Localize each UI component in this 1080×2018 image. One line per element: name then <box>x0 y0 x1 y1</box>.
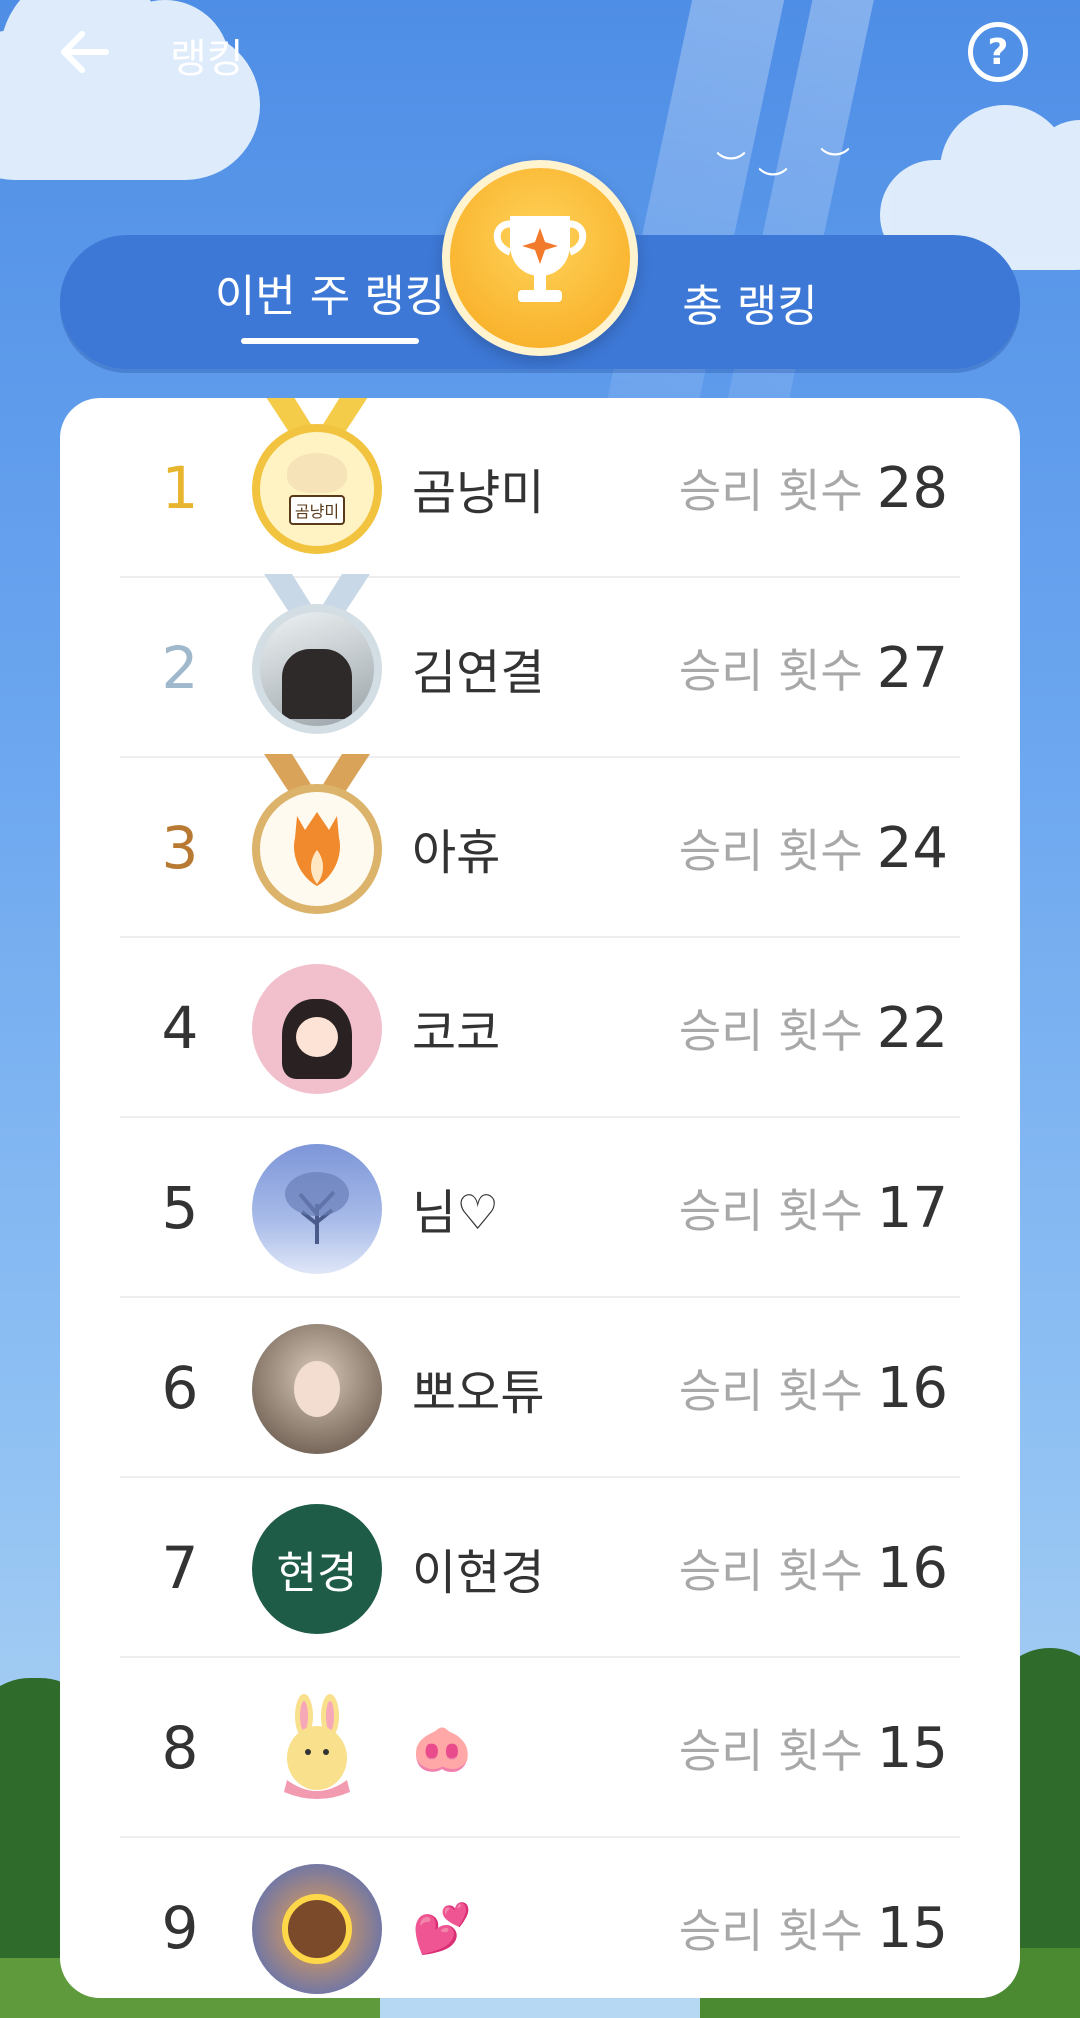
wins: 승리 횟수 27 <box>679 578 948 758</box>
rank-number: 3 <box>161 814 199 882</box>
avatar: 곰냥미 <box>252 398 382 554</box>
bunny-avatar <box>252 1684 382 1814</box>
wins: 승리 횟수 15 <box>679 1838 948 1998</box>
wins-count: 28 <box>876 455 948 521</box>
wins: 승리 횟수 16 <box>679 1298 948 1478</box>
bird-icon: ︶ <box>820 146 850 181</box>
wins-count: 16 <box>876 1535 948 1601</box>
ranking-row[interactable]: 8 🐽 승리 횟수 15 <box>120 1658 960 1838</box>
cat-sign-text: 곰냥미 <box>288 495 346 525</box>
fox-icon <box>293 812 341 886</box>
cat-face-icon <box>287 453 347 493</box>
flower-portrait-avatar <box>252 1324 382 1454</box>
wins-label: 승리 횟수 <box>678 1544 863 1598</box>
wins: 승리 횟수 17 <box>679 1118 948 1298</box>
nickname: 코코 <box>412 1005 501 1061</box>
rank-number: 9 <box>161 1894 199 1962</box>
ranking-row[interactable]: 1 곰냥미 곰냥미 승리 횟수 28 <box>120 398 960 578</box>
ranking-row[interactable]: 4 코코 승리 횟수 22 <box>120 938 960 1118</box>
avatar <box>252 1864 382 1994</box>
question-mark-icon: ? <box>987 31 1009 73</box>
wins-count: 17 <box>876 1175 948 1241</box>
ranking-list: 1 곰냥미 곰냥미 승리 횟수 28 2 김연결 승리 횟수 27 3 아휴 승… <box>60 398 1020 1998</box>
wins-label: 승리 횟수 <box>678 1184 863 1238</box>
nickname: 이현경 <box>412 1545 545 1601</box>
nickname: 🐽 <box>412 1720 472 1777</box>
initials-avatar: 현경 <box>252 1504 382 1634</box>
wins-label: 승리 횟수 <box>678 1364 863 1418</box>
nickname: 님♡ <box>412 1185 500 1241</box>
top-bar: 랭킹 ? <box>0 0 1080 110</box>
ranking-row[interactable]: 3 아휴 승리 횟수 24 <box>120 754 960 938</box>
ranking-row[interactable]: 6 뽀오튜 승리 횟수 16 <box>120 1298 960 1478</box>
photo-avatar <box>252 604 382 734</box>
trophy-badge <box>442 160 638 356</box>
rank-number: 7 <box>161 1534 199 1602</box>
bird-icon: ︶ <box>758 166 788 201</box>
rank-number: 5 <box>161 1174 199 1242</box>
ranking-row[interactable]: 7 현경 이현경 승리 횟수 16 <box>120 1478 960 1658</box>
wins: 승리 횟수 22 <box>679 938 948 1118</box>
rank-number: 8 <box>161 1714 199 1782</box>
wins-label: 승리 횟수 <box>678 1004 863 1058</box>
cat-badge-avatar: 곰냥미 <box>252 424 382 554</box>
comic-avatar <box>252 1864 382 1994</box>
help-button[interactable]: ? <box>968 22 1028 82</box>
wins-label: 승리 횟수 <box>678 824 863 878</box>
bunny-icon <box>284 1694 350 1799</box>
wins-label: 승리 횟수 <box>678 464 863 518</box>
avatar <box>252 1684 382 1814</box>
tree-icon <box>285 1172 349 1244</box>
wins-count: 15 <box>876 1715 948 1781</box>
wins: 승리 횟수 24 <box>679 758 948 938</box>
wins: 승리 횟수 15 <box>679 1658 948 1838</box>
tab-total-label: 총 랭킹 <box>682 281 818 332</box>
tab-weekly-label: 이번 주 랭킹 <box>214 271 446 322</box>
wins-count: 24 <box>876 815 948 881</box>
wins-count: 15 <box>876 1895 948 1961</box>
avatar <box>252 1324 382 1454</box>
tab-weekly-ranking[interactable]: 이번 주 랭킹 <box>180 235 480 369</box>
bird-icon: ︶ <box>716 150 746 185</box>
wins-label: 승리 횟수 <box>678 1724 863 1778</box>
page-title: 랭킹 <box>170 36 244 82</box>
wins: 승리 횟수 16 <box>679 1478 948 1658</box>
avatar-initials: 현경 <box>276 1548 358 1599</box>
wins-count: 27 <box>876 635 948 701</box>
fox-avatar <box>252 784 382 914</box>
tab-total-ranking[interactable]: 총 랭킹 <box>600 235 900 369</box>
wins: 승리 횟수 28 <box>679 398 948 578</box>
wins-count: 22 <box>876 995 948 1061</box>
avatar: 현경 <box>252 1504 382 1634</box>
nickname: 뽀오튜 <box>412 1365 545 1421</box>
rank-number: 6 <box>161 1354 199 1422</box>
nickname: 김연결 <box>412 645 545 701</box>
wins-label: 승리 횟수 <box>678 1904 863 1958</box>
wins-label: 승리 횟수 <box>678 644 863 698</box>
winter-tree-avatar <box>252 1144 382 1274</box>
girl-avatar <box>252 964 382 1094</box>
trophy-icon <box>493 216 587 302</box>
ranking-row[interactable]: 2 김연결 승리 횟수 27 <box>120 574 960 758</box>
active-tab-indicator <box>241 338 419 344</box>
avatar <box>252 1144 382 1274</box>
avatar <box>252 964 382 1094</box>
back-arrow-icon <box>61 31 109 73</box>
nickname: 💕 <box>412 1900 472 1957</box>
avatar <box>252 754 382 914</box>
wins-count: 16 <box>876 1355 948 1421</box>
ranking-row[interactable]: 9 💕 승리 횟수 15 <box>120 1838 960 1998</box>
back-button[interactable] <box>52 20 116 84</box>
nickname: 곰냥미 <box>412 465 545 521</box>
ranking-row[interactable]: 5 님♡ 승리 횟수 17 <box>120 1118 960 1298</box>
rank-number: 1 <box>161 454 199 522</box>
rank-number: 4 <box>161 994 199 1062</box>
nickname: 아휴 <box>412 825 501 881</box>
rank-number: 2 <box>161 634 199 702</box>
avatar <box>252 574 382 734</box>
